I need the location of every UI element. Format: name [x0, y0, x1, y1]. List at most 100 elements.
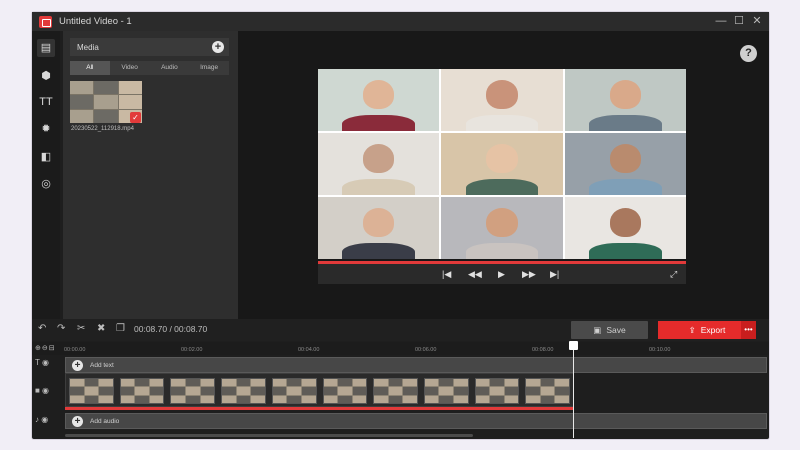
participant-tile [441, 133, 563, 195]
participant-body [465, 178, 539, 195]
app-logo-icon [39, 15, 52, 28]
audio-track[interactable]: + Add audio [65, 413, 767, 429]
text-tool-icon[interactable]: TT [37, 93, 55, 111]
play-icon[interactable]: ▶ [498, 267, 505, 281]
media-tab-video[interactable]: Video [110, 61, 150, 75]
window-title: Untitled Video - 1 [59, 16, 132, 27]
maximize-icon[interactable]: ☐ [733, 15, 745, 27]
participant-body [465, 242, 539, 259]
title-bar: Untitled Video - 1 — ☐ ✕ [32, 12, 769, 31]
participant-tile [441, 69, 563, 131]
minimize-icon[interactable]: — [715, 15, 727, 27]
export-more-button[interactable]: ••• [741, 321, 756, 339]
ruler-tick-label: 00:10.00 [649, 347, 671, 353]
participant-head [609, 208, 642, 237]
participant-body [588, 242, 662, 259]
fast-forward-icon[interactable]: ▶▶ [522, 267, 536, 281]
add-text-label: Add text [90, 361, 114, 369]
add-audio-icon[interactable]: + [72, 415, 83, 427]
ruler-tick-label: 00:02.00 [181, 347, 203, 353]
selected-check-icon: ✓ [130, 112, 141, 123]
transition-tool-icon[interactable]: ◧ [37, 148, 55, 166]
participant-head [609, 80, 642, 109]
clip-thumbnail[interactable] [221, 378, 266, 404]
next-frame-icon[interactable]: ▶| [550, 267, 559, 281]
cut-icon[interactable]: ✂ [77, 323, 85, 334]
participant-body [465, 114, 539, 131]
media-tab-all[interactable]: All [70, 61, 110, 75]
participant-tile [564, 197, 686, 259]
undo-icon[interactable]: ↶ [38, 323, 46, 334]
copy-icon[interactable]: ❐ [116, 323, 125, 334]
video-track-header[interactable]: ■ ◉ [32, 386, 63, 395]
ruler-tick-label: 00:08.00 [532, 347, 554, 353]
clip-thumbnail[interactable] [322, 378, 368, 404]
ruler-tick-label: 00:04.00 [298, 347, 320, 353]
clip-thumbnail[interactable] [373, 378, 418, 404]
participant-tile [318, 197, 440, 259]
clip-thumbnail[interactable] [525, 378, 571, 404]
text-track-header[interactable]: T ◉ [32, 358, 63, 367]
tool-strip: ▤ ⬢ TT ✹ ◧ ◎ [32, 31, 60, 319]
fullscreen-icon[interactable]: ⤢ [670, 267, 677, 281]
participant-body [342, 242, 416, 259]
video-preview[interactable] [318, 69, 686, 259]
media-tab-audio[interactable]: Audio [150, 61, 190, 75]
participant-head [486, 208, 518, 237]
media-tab-image[interactable]: Image [189, 61, 229, 75]
ruler-tick-label: 00:00.00 [64, 347, 86, 353]
save-button[interactable]: ▣ Save [571, 321, 648, 339]
text-track[interactable]: + Add text [65, 357, 767, 373]
add-text-icon[interactable]: + [72, 359, 83, 371]
timeline-ruler[interactable]: ⊕⊖⊟ 00:00.00 00:02.00 00:04.00 00:06.00 00:0… [32, 342, 769, 355]
participant-tile [318, 69, 440, 131]
save-label: Save [606, 325, 626, 335]
clip-thumbnail[interactable] [271, 378, 317, 404]
participant-tile [564, 133, 686, 195]
participant-body [342, 114, 416, 131]
participant-body [342, 178, 416, 195]
export-label: Export [700, 325, 726, 335]
export-icon: ⇪ [688, 324, 696, 335]
clip-thumbnail[interactable] [69, 378, 114, 404]
playhead-handle[interactable] [569, 341, 578, 350]
prev-frame-icon[interactable]: |◀ [442, 267, 451, 281]
effects-tool-icon[interactable]: ✹ [37, 120, 55, 138]
media-tool-icon[interactable]: ▤ [37, 39, 55, 57]
media-header: Media + [70, 38, 229, 56]
clip-thumbnail[interactable] [170, 378, 216, 404]
participant-head [362, 80, 395, 109]
participant-head [362, 144, 395, 173]
clip-thumbnail[interactable] [474, 378, 520, 404]
sticker-tool-icon[interactable]: ⬢ [37, 67, 55, 85]
playhead[interactable] [573, 342, 574, 438]
participant-tile [564, 69, 686, 131]
timeline-toolbar: ↶ ↷ ✂ ✖ ❐ 00:08.70 / 00:08.70 ▣ Save ⇪ E… [32, 319, 769, 341]
video-track-indicator [65, 407, 574, 410]
add-media-icon[interactable]: + [212, 41, 224, 53]
participant-head [362, 208, 395, 237]
close-icon[interactable]: ✕ [751, 15, 763, 27]
participant-body [588, 114, 662, 131]
delete-icon[interactable]: ✖ [97, 323, 105, 334]
timeline-scrollbar[interactable] [65, 434, 473, 437]
participant-head [486, 80, 518, 109]
zoom-controls-icon[interactable]: ⊕⊖⊟ [35, 344, 56, 352]
editor-window: Untitled Video - 1 — ☐ ✕ ▤ ⬢ TT ✹ ◧ ◎ Media +… [32, 12, 769, 439]
filter-tool-icon[interactable]: ◎ [37, 175, 55, 193]
audio-track-header[interactable]: ♪ ◉ [32, 415, 63, 424]
clip-thumbnail[interactable] [423, 378, 469, 404]
clip-thumbnail[interactable] [119, 378, 165, 404]
redo-icon[interactable]: ↷ [57, 323, 65, 334]
participant-head [609, 144, 642, 173]
help-icon[interactable]: ? [740, 45, 757, 62]
media-filename: 20230522_112918.mp4 [71, 126, 134, 132]
media-tabs: All Video Audio Image [70, 61, 229, 75]
ruler-tick-label: 00:06.00 [415, 347, 437, 353]
media-title: Media [77, 42, 99, 52]
video-track[interactable] [65, 373, 574, 407]
participant-head [486, 144, 518, 173]
participant-body [588, 178, 662, 195]
rewind-icon[interactable]: ◀◀ [468, 267, 482, 281]
timecode: 00:08.70 / 00:08.70 [134, 324, 208, 334]
